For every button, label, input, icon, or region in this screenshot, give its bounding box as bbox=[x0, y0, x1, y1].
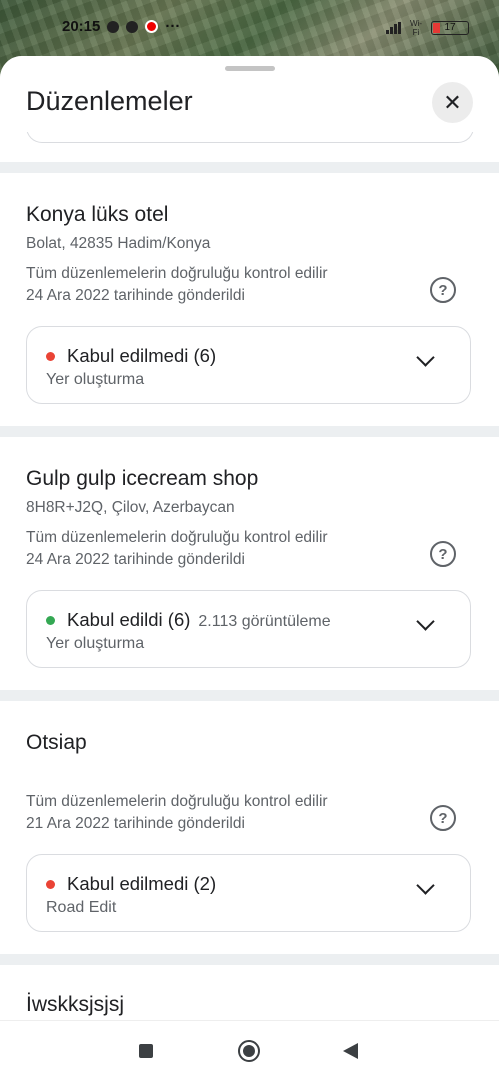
status-dot bbox=[46, 352, 55, 361]
clock: 20:15 bbox=[62, 18, 101, 35]
square-icon[interactable] bbox=[139, 1044, 153, 1058]
divider bbox=[0, 954, 499, 965]
place-name[interactable]: Konya lüks otel bbox=[26, 203, 168, 227]
help-icon[interactable]: ? bbox=[430, 277, 456, 303]
status-card[interactable]: Kabul edildi (6) 2.113 görüntüleme Yer ol… bbox=[26, 590, 471, 668]
triangle-back-icon[interactable] bbox=[343, 1043, 358, 1059]
place-address: Bolat, 42835 Hadim/Konya bbox=[26, 235, 211, 252]
facebook-icon bbox=[126, 20, 139, 33]
battery-icon: 17 bbox=[431, 21, 469, 35]
views-count: 2.113 görüntüleme bbox=[198, 613, 331, 630]
divider bbox=[0, 162, 499, 173]
edit-note: Tüm düzenlemelerin doğruluğu kontrol edi… bbox=[26, 263, 416, 307]
chevron-down-icon[interactable] bbox=[416, 876, 435, 895]
signal-icon bbox=[386, 22, 401, 34]
note-line: Tüm düzenlemelerin doğruluğu kontrol edi… bbox=[26, 793, 328, 810]
chevron-down-icon[interactable] bbox=[416, 348, 435, 367]
status-label: Kabul edilmedi (2) bbox=[67, 873, 217, 894]
note-line: Tüm düzenlemelerin doğruluğu kontrol edi… bbox=[26, 529, 328, 546]
status-label: Kabul edildi (6) bbox=[67, 609, 191, 630]
drag-handle[interactable] bbox=[225, 66, 275, 71]
help-icon[interactable]: ? bbox=[430, 541, 456, 567]
page-title: Düzenlemeler bbox=[26, 86, 193, 116]
status-dot bbox=[46, 880, 55, 889]
close-icon[interactable]: ✕ bbox=[432, 82, 473, 123]
edit-type: Yer oluşturma bbox=[46, 635, 145, 652]
edit-entry: Otsiap Tüm düzenlemelerin doğruluğu kont… bbox=[0, 701, 499, 954]
edit-note: Tüm düzenlemelerin doğruluğu kontrol edi… bbox=[26, 791, 416, 835]
system-nav-bar bbox=[0, 1020, 499, 1081]
more-notifications-icon: ··· bbox=[165, 18, 181, 35]
submitted-date: 24 Ara 2022 tarihinde gönderildi bbox=[26, 287, 245, 304]
circle-icon[interactable] bbox=[238, 1040, 260, 1062]
submitted-date: 24 Ara 2022 tarihinde gönderildi bbox=[26, 551, 245, 568]
divider bbox=[0, 690, 499, 701]
status-label: Kabul edilmedi (6) bbox=[67, 345, 217, 366]
status-card[interactable]: Kabul edilmedi (6) Yer oluşturma bbox=[26, 326, 471, 404]
edit-entry: İwskksjsjsj bbox=[0, 965, 499, 1020]
submitted-date: 21 Ara 2022 tarihinde gönderildi bbox=[26, 815, 245, 832]
status-dot bbox=[46, 616, 55, 625]
edit-entry: Konya lüks otel Bolat, 42835 Hadim/Konya… bbox=[0, 173, 499, 426]
edits-sheet: Konya lüks otel Bolat, 42835 Hadim/Konya… bbox=[0, 56, 499, 1020]
divider bbox=[0, 426, 499, 437]
vodafone-icon bbox=[145, 20, 159, 33]
place-name[interactable]: Gulp gulp icecream shop bbox=[26, 467, 258, 491]
edit-entry: Gulp gulp icecream shop 8H8R+J2Q, Çilov,… bbox=[0, 437, 499, 690]
edit-type: Road Edit bbox=[46, 899, 117, 916]
help-icon[interactable]: ? bbox=[430, 805, 456, 831]
sheet-header: Düzenlemeler ✕ bbox=[0, 56, 499, 132]
notification-icon bbox=[107, 20, 120, 33]
edit-type: Yer oluşturma bbox=[46, 371, 145, 388]
place-name[interactable]: İwskksjsjsj bbox=[26, 993, 124, 1017]
status-bar: 20:15 ··· Wi-Fi 17 bbox=[0, 0, 499, 56]
status-card[interactable]: Kabul edilmedi (2) Road Edit bbox=[26, 854, 471, 932]
note-line: Tüm düzenlemelerin doğruluğu kontrol edi… bbox=[26, 265, 328, 282]
place-address: 8H8R+J2Q, Çilov, Azerbaycan bbox=[26, 499, 235, 516]
chevron-down-icon[interactable] bbox=[416, 612, 435, 631]
edit-note: Tüm düzenlemelerin doğruluğu kontrol edi… bbox=[26, 527, 416, 571]
wifi-icon: Wi-Fi bbox=[410, 19, 422, 37]
place-name[interactable]: Otsiap bbox=[26, 731, 87, 755]
